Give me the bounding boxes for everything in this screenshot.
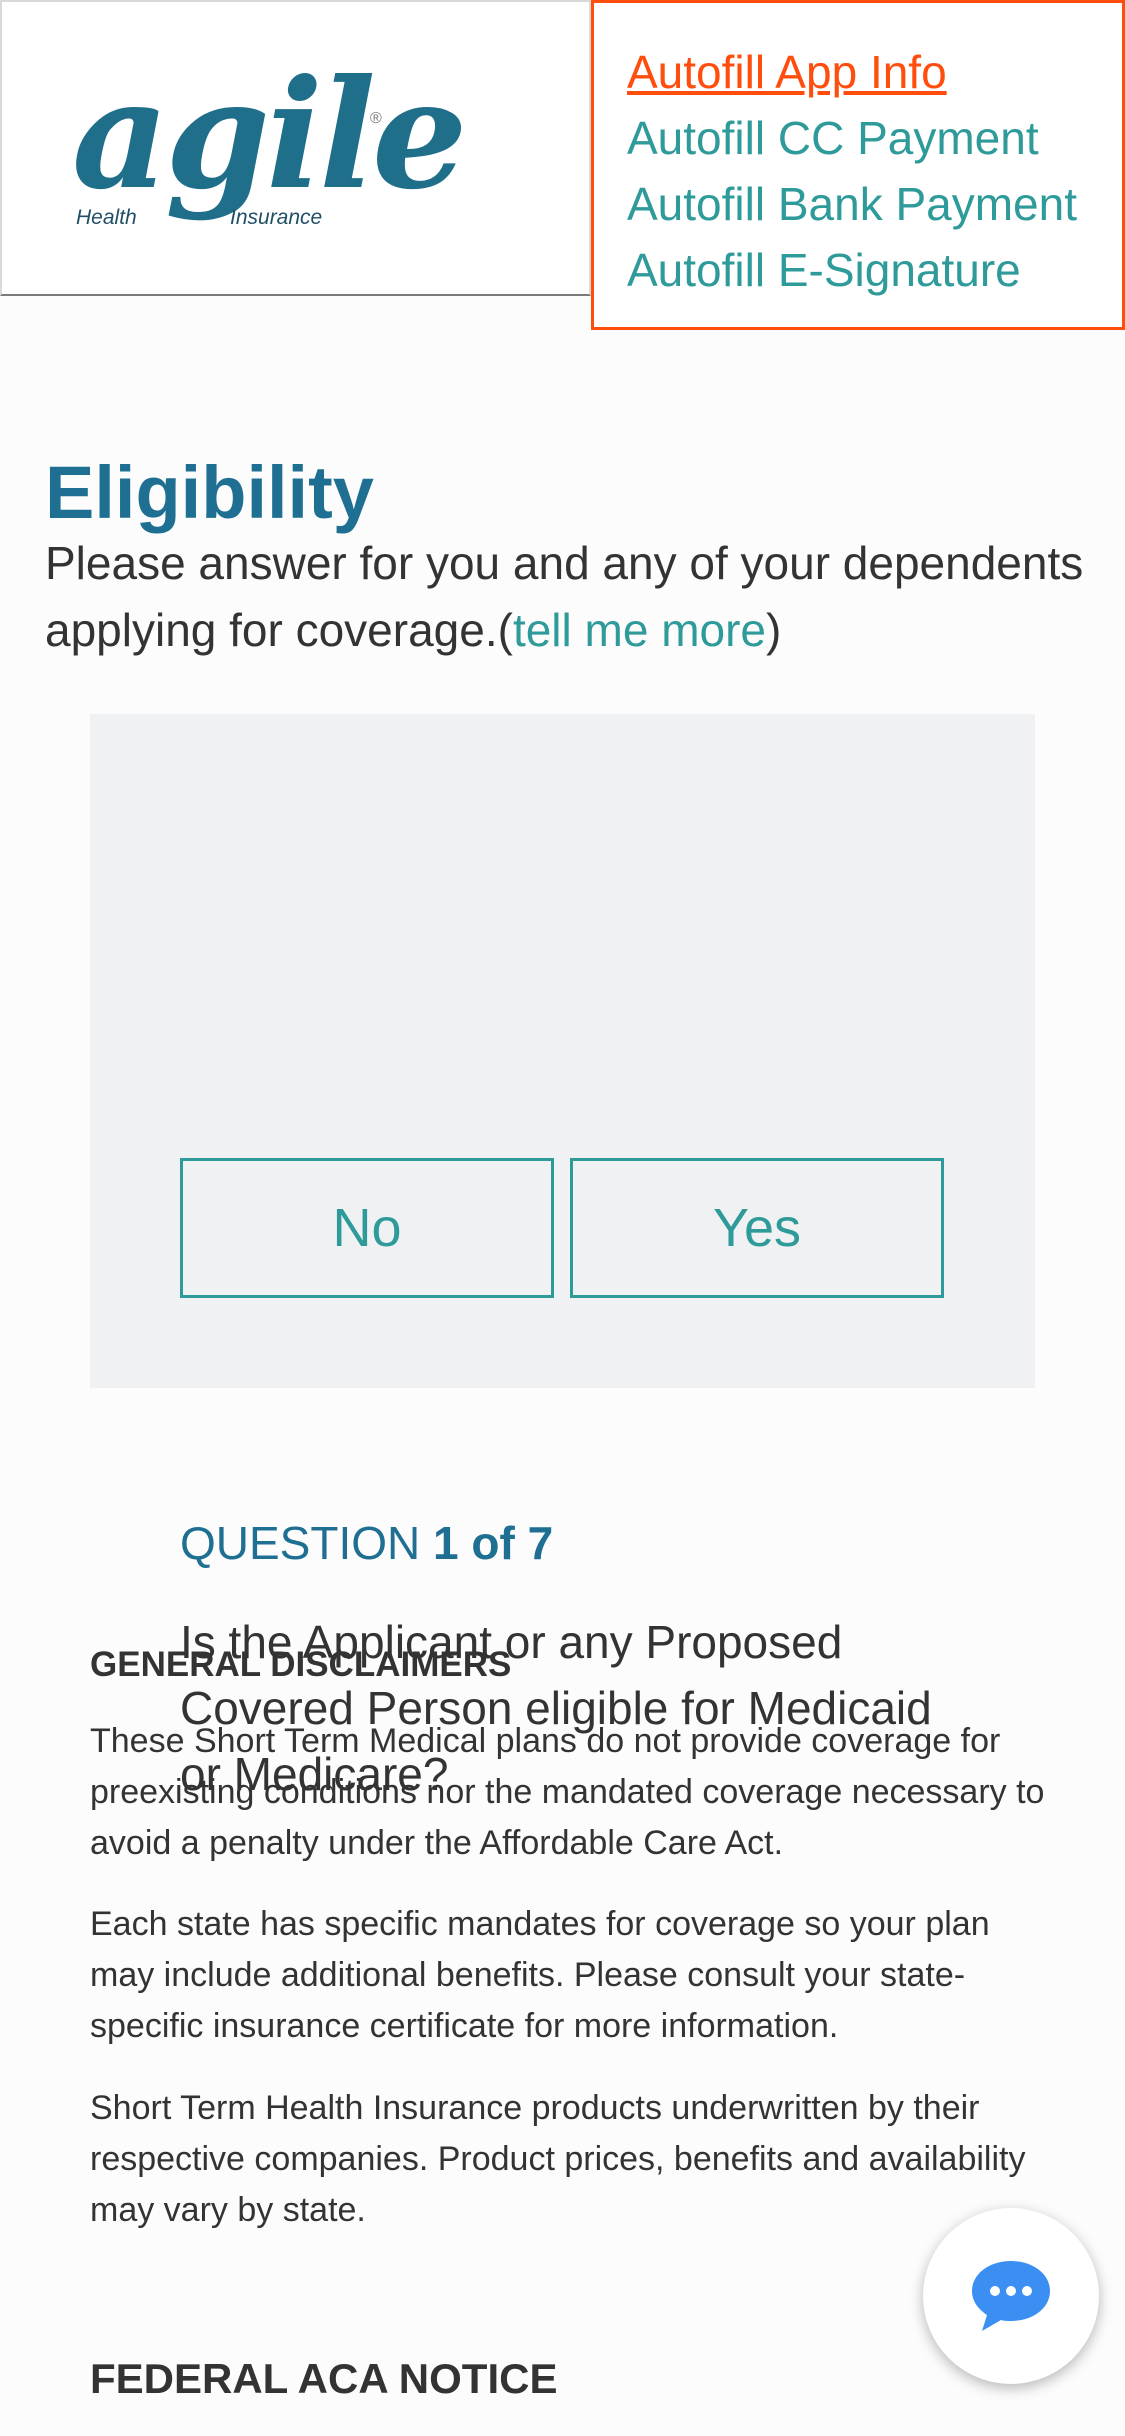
- answer-yes-button[interactable]: Yes: [570, 1158, 944, 1298]
- chat-button[interactable]: [923, 2208, 1099, 2384]
- agile-logo[interactable]: agile ® Health Insurance: [72, 60, 467, 232]
- autofill-cc-payment-link[interactable]: Autofill CC Payment: [627, 105, 1122, 171]
- tell-me-more-link[interactable]: tell me more: [513, 604, 766, 656]
- logo-subtitle-health: Health: [76, 206, 137, 229]
- autofill-bank-payment-link[interactable]: Autofill Bank Payment: [627, 171, 1122, 237]
- general-disclaimers-heading: GENERAL DISCLAIMERS: [90, 1645, 512, 1684]
- disclaimer-paragraph: Each state has specific mandates for cov…: [90, 1905, 990, 2045]
- autofill-app-info-link[interactable]: Autofill App Info: [627, 39, 1122, 105]
- disclaimer-paragraph: These Short Term Medical plans do not pr…: [90, 1722, 1045, 1862]
- federal-aca-notice-heading: FEDERAL ACA NOTICE: [90, 2355, 558, 2402]
- disclaimer-paragraph: Short Term Health Insurance products und…: [90, 2089, 1026, 2229]
- autofill-menu: Autofill App Info Autofill CC Payment Au…: [591, 0, 1125, 330]
- intro-close-paren: ): [766, 604, 782, 656]
- logo-wordmark: agile: [72, 47, 467, 223]
- question-counter-value: 1 of 7: [433, 1517, 554, 1569]
- page-title: Eligibility: [45, 451, 374, 534]
- logo-registered-mark: ®: [370, 110, 382, 127]
- eligibility-intro: Please answer for you and any of your de…: [45, 530, 1105, 664]
- logo-subtitle-insurance: Insurance: [230, 206, 323, 229]
- answer-no-button[interactable]: No: [180, 1158, 554, 1298]
- question-counter: QUESTION 1 of 7: [180, 1516, 553, 1570]
- autofill-e-signature-link[interactable]: Autofill E-Signature: [627, 237, 1122, 303]
- chat-bubble-icon: [972, 2261, 1050, 2331]
- logo-container: agile ® Health Insurance: [0, 0, 591, 296]
- question-counter-prefix: QUESTION: [180, 1517, 434, 1569]
